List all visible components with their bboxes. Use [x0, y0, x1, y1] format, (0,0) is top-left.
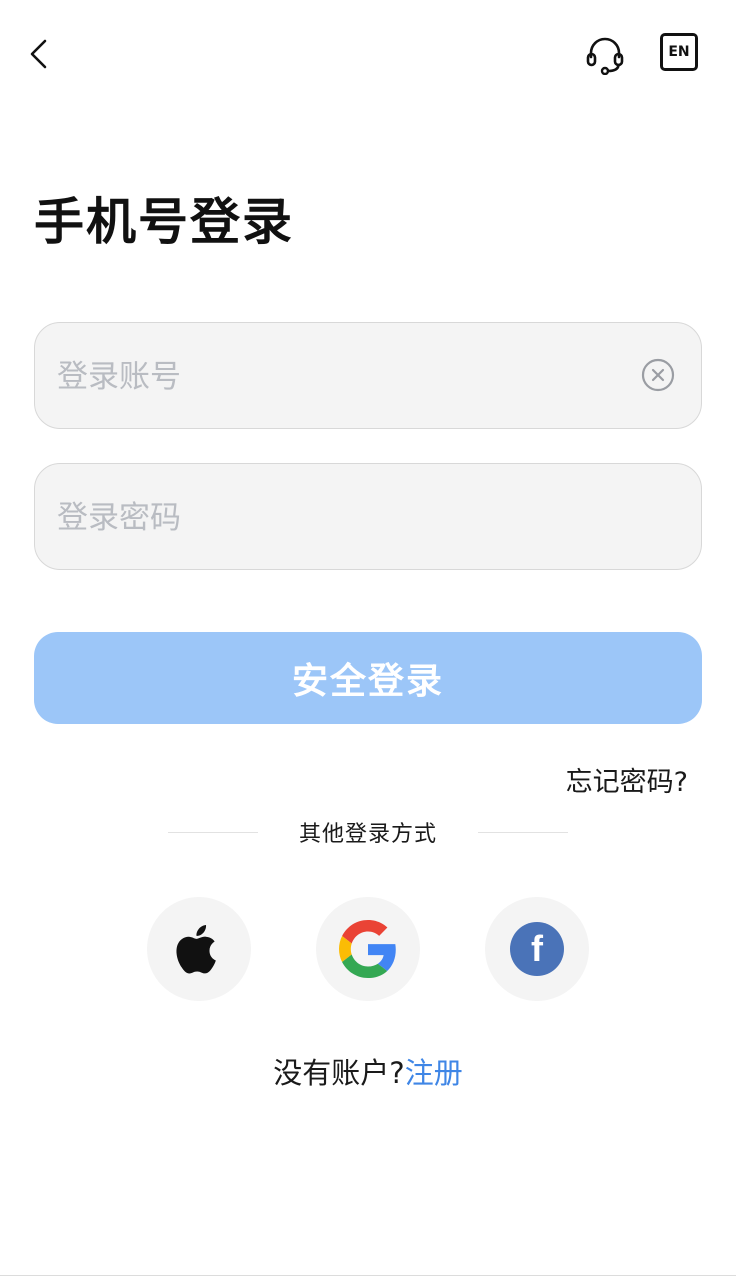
language-switch-button[interactable]: EN	[660, 33, 698, 71]
clear-circle-icon	[641, 358, 675, 392]
login-page: EN 手机号登录 安全登录 忘记密码? 其他登录方式	[0, 0, 736, 1280]
page-title: 手机号登录	[34, 193, 294, 251]
bottom-divider	[0, 1275, 736, 1276]
register-prompt: 没有账户?	[273, 1056, 405, 1090]
back-button[interactable]	[18, 34, 58, 74]
customer-service-button[interactable]	[582, 32, 628, 78]
register-link[interactable]: 注册	[405, 1056, 463, 1090]
clear-account-button[interactable]	[641, 358, 675, 392]
language-label: EN	[668, 44, 690, 60]
google-login-button[interactable]	[316, 897, 420, 1001]
apple-icon	[176, 925, 216, 974]
register-row: 没有账户?注册	[0, 1050, 736, 1092]
account-input[interactable]	[55, 323, 639, 430]
account-field[interactable]	[34, 322, 702, 430]
language-badge-notch	[688, 36, 695, 43]
facebook-login-button[interactable]: f	[485, 897, 589, 1001]
forgot-password-link[interactable]: 忘记密码?	[566, 760, 688, 799]
chevron-left-icon	[30, 39, 47, 69]
password-input[interactable]	[55, 464, 639, 571]
other-login-methods-label: 其他登录方式	[298, 822, 437, 847]
divider-left	[168, 832, 258, 833]
headset-icon	[586, 37, 624, 75]
google-icon	[339, 920, 396, 978]
apple-login-button[interactable]	[147, 897, 251, 1001]
divider-right	[478, 832, 568, 833]
facebook-icon: f	[510, 922, 564, 976]
secure-login-button[interactable]: 安全登录	[34, 632, 702, 724]
password-field[interactable]	[34, 463, 702, 571]
